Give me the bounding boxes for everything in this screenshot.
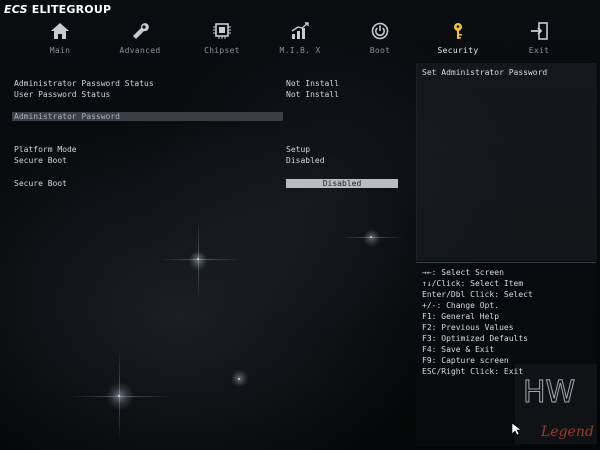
tab-security[interactable]: Security — [428, 22, 488, 55]
user-password-status-value: Not Install — [286, 90, 339, 99]
watermark-top-text: HW — [523, 375, 575, 410]
logo-name: ELITEGROUP — [31, 3, 112, 16]
secure-boot-option-select[interactable]: Disabled — [286, 179, 398, 188]
admin-password-status-value: Not Install — [286, 79, 339, 88]
hwlegend-watermark: HW Legend — [515, 364, 597, 444]
key-hint: F1: General Help — [422, 312, 500, 321]
background-star — [238, 378, 240, 380]
background-flare — [340, 237, 404, 238]
key-hint: F2: Previous Values — [422, 323, 514, 332]
tab-boot-label: Boot — [369, 46, 391, 55]
watermark-bottom-text: Legend — [540, 424, 594, 440]
background-flare — [70, 396, 170, 397]
platform-mode-label: Platform Mode — [14, 145, 77, 154]
ecs-logo: ECS ELITEGROUP — [4, 3, 111, 16]
wrench-icon — [133, 23, 149, 39]
chip-icon — [213, 23, 231, 39]
home-icon — [51, 23, 69, 39]
mouse-cursor-icon — [512, 423, 521, 436]
user-password-status-label: User Password Status — [14, 90, 111, 99]
tab-exit[interactable]: Exit — [509, 22, 569, 55]
background-flare — [119, 350, 120, 440]
tab-mib[interactable]: M.I.B. X — [270, 22, 330, 55]
tab-advanced[interactable]: Advanced — [110, 22, 170, 55]
tab-chipset-label: Chipset — [204, 46, 240, 55]
tab-mib-label: M.I.B. X — [279, 46, 321, 55]
secure-boot-option-label: Secure Boot — [14, 179, 67, 188]
key-hint: →←: Select Screen — [422, 268, 504, 277]
graph-icon — [291, 22, 309, 39]
platform-mode-value: Setup — [286, 145, 311, 154]
tab-security-label: Security — [437, 46, 479, 55]
background-flare — [160, 259, 240, 260]
secure-boot-status-value: Disabled — [286, 156, 325, 165]
key-hint: F9: Capture screen — [422, 356, 509, 365]
key-hint: F4: Save & Exit — [422, 345, 495, 354]
top-navigation: Main Advanced Chipset M.I.B. X Boot Secu… — [30, 22, 570, 58]
tab-main[interactable]: Main — [30, 22, 90, 55]
key-hint: ESC/Right Click: Exit — [422, 367, 524, 376]
tab-advanced-label: Advanced — [119, 46, 161, 55]
help-panel — [416, 63, 597, 261]
tab-main-label: Main — [49, 46, 71, 55]
key-hint: Enter/Dbl Click: Select — [422, 290, 533, 299]
admin-password-status-label: Administrator Password Status — [14, 79, 154, 88]
tab-boot[interactable]: Boot — [350, 22, 410, 55]
logo-mark: ECS — [4, 3, 28, 16]
admin-password-item[interactable]: Administrator Password — [12, 112, 283, 121]
tab-chipset[interactable]: Chipset — [192, 22, 252, 55]
power-icon — [371, 22, 389, 40]
key-hint: F3: Optimized Defaults — [422, 334, 528, 343]
key-hint: +/-: Change Opt. — [422, 301, 500, 310]
exit-door-icon — [531, 22, 548, 40]
tab-exit-label: Exit — [528, 46, 550, 55]
help-description: Set Administrator Password — [422, 68, 548, 77]
key-icon — [454, 23, 462, 39]
secure-boot-status-label: Secure Boot — [14, 156, 67, 165]
key-hint: ↑↓/Click: Select Item — [422, 279, 524, 288]
background-flare — [198, 220, 199, 300]
